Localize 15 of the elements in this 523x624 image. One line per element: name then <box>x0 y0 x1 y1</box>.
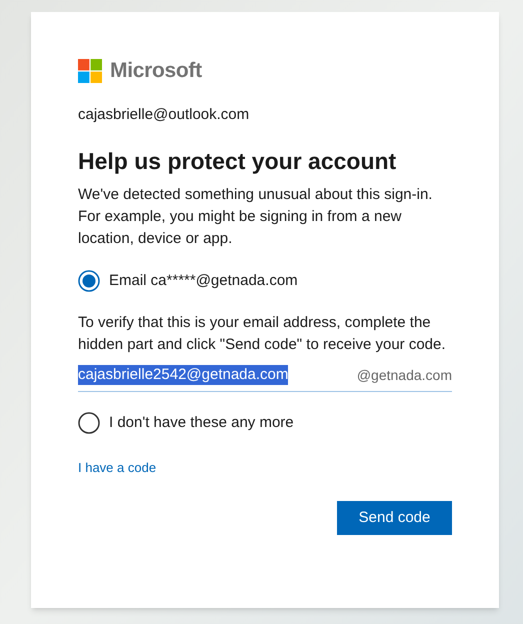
send-code-button[interactable]: Send code <box>337 501 452 535</box>
intro-text: We've detected something unusual about this sign-in. For example, you might be signing in from a new location, device or app. <box>78 185 434 249</box>
have-code-link[interactable]: I have a code <box>78 458 156 478</box>
option-label[interactable]: Email ca*****@getnada.com <box>109 270 298 292</box>
field-value: cajasbrielle2542@getnada.com <box>78 365 288 385</box>
email-input-field[interactable]: cajasbrielle2542@getnada.com @getnada.com <box>78 362 452 392</box>
instructions-text: To verify that this is your email address, complete the hidden part and click "Send code" to receive your code. <box>78 312 447 354</box>
page-heading: Help us protect your account <box>78 147 398 175</box>
radio-button[interactable] <box>78 270 100 292</box>
brand-name: Microsoft <box>110 58 202 84</box>
field-suffix: @getnada.com <box>356 366 452 385</box>
option-label[interactable]: I don't have these any more <box>109 412 294 434</box>
account-email: cajasbrielle@outlook.com <box>78 105 250 125</box>
microsoft-logo-icon <box>78 59 102 83</box>
radio-button[interactable] <box>78 412 100 434</box>
